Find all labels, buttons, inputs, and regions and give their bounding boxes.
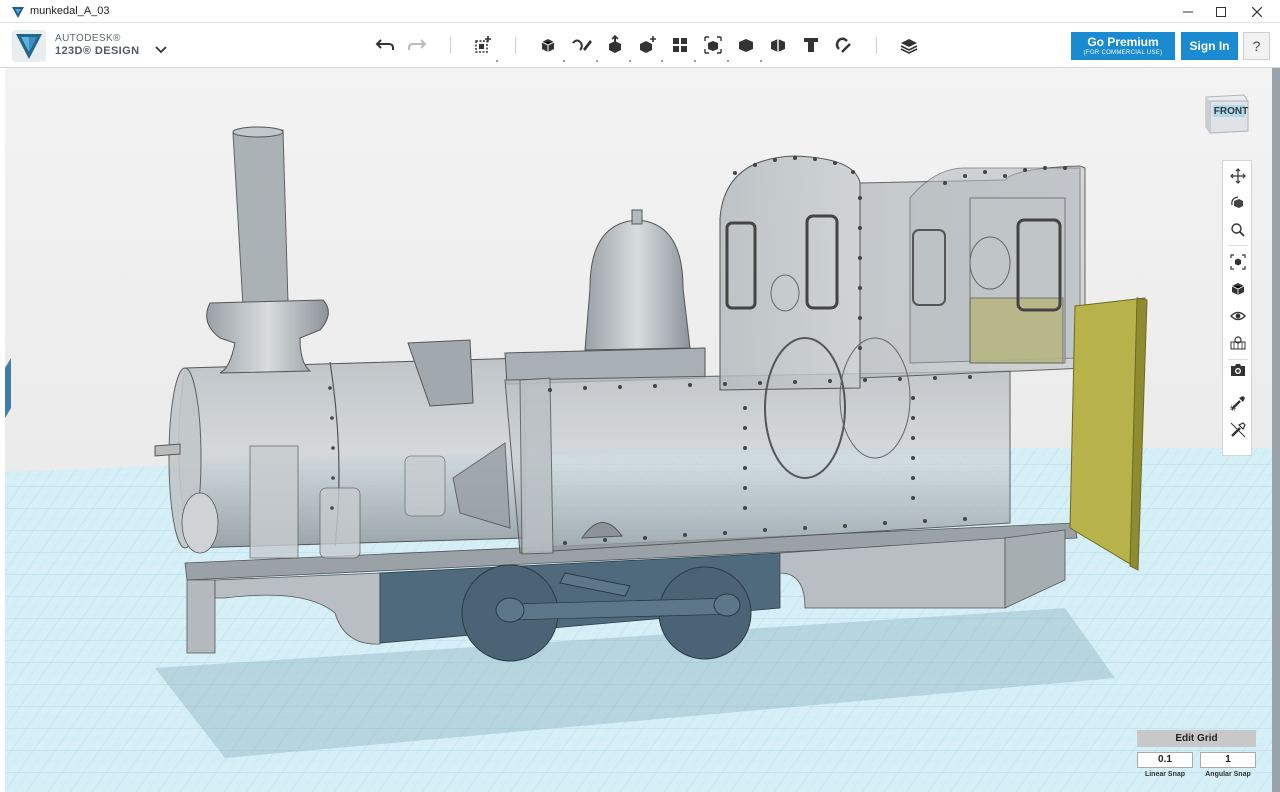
app-window: munkedal_A_03 AUTODESK® 123D® DESIGN Go …: [0, 0, 1280, 792]
lubricator: [404, 455, 446, 517]
scene-canvas[interactable]: [5, 68, 1272, 792]
chevron-down-icon[interactable]: [155, 41, 167, 59]
lamp-bracket: [154, 443, 181, 457]
front-buffer-beam: [186, 579, 216, 654]
menu-dot: [496, 60, 498, 62]
maximize-button[interactable]: [1203, 0, 1239, 23]
view-mode-icon[interactable]: [1228, 279, 1248, 299]
wheel-hub: [713, 593, 741, 617]
navigation-bar: [1222, 160, 1252, 456]
menu-dot: [661, 60, 663, 62]
product-name: 123D® DESIGN: [55, 45, 140, 57]
valve-chest: [319, 487, 361, 559]
combine-icon[interactable]: [733, 32, 759, 58]
main-toolbar: AUTODESK® 123D® DESIGN Go Premium (FOR C…: [0, 23, 1280, 68]
edit-grid-button[interactable]: Edit Grid: [1137, 730, 1256, 747]
sign-in-button[interactable]: Sign In: [1181, 32, 1238, 60]
autodesk-logo-icon[interactable]: [12, 30, 46, 67]
undo-icon[interactable]: [372, 32, 398, 58]
redo-icon[interactable]: [404, 32, 430, 58]
edge-marker: [5, 358, 11, 418]
zoom-icon[interactable]: [1228, 220, 1248, 240]
hide-icon[interactable]: [1228, 420, 1248, 440]
3d-viewport[interactable]: [5, 68, 1272, 792]
text-icon[interactable]: [798, 32, 824, 58]
snap-icon[interactable]: [830, 32, 856, 58]
modify-icon[interactable]: [634, 32, 660, 58]
menu-dot: [727, 60, 729, 62]
material-view-icon[interactable]: [1228, 333, 1248, 353]
orbit-icon[interactable]: [1228, 193, 1248, 213]
brand-name: AUTODESK®: [55, 33, 121, 44]
go-premium-button[interactable]: Go Premium (FOR COMMERCIAL USE): [1071, 32, 1175, 60]
menu-dot: [563, 60, 565, 62]
close-button[interactable]: [1239, 0, 1275, 23]
linear-snap-input[interactable]: 0.1: [1137, 752, 1193, 768]
sketch-icon[interactable]: [569, 32, 595, 58]
title-bar: munkedal_A_03: [0, 0, 1280, 23]
chimney: [232, 129, 289, 307]
menu-dot: [629, 60, 631, 62]
pattern-icon[interactable]: [667, 32, 693, 58]
wheel-hub: [495, 597, 525, 623]
dome-whistle: [631, 209, 643, 225]
screenshot-icon[interactable]: [1228, 360, 1248, 380]
side-tank: [504, 370, 1011, 554]
smokebox-ring: [181, 492, 219, 554]
right-panel-edge: [1272, 68, 1280, 792]
help-button[interactable]: ?: [1243, 32, 1270, 60]
viewcube-face-label[interactable]: FRONT: [1213, 106, 1249, 117]
angular-snap-label: Angular Snap: [1205, 771, 1251, 778]
angular-snap-input[interactable]: 1: [1200, 752, 1256, 768]
construct-icon[interactable]: [602, 32, 628, 58]
visibility-icon[interactable]: [1228, 306, 1248, 326]
fit-icon[interactable]: [1228, 252, 1248, 272]
navbar-divider: [1228, 245, 1248, 246]
measure-icon[interactable]: [765, 32, 791, 58]
cab-floor-panel: [969, 297, 1064, 364]
premium-label: Go Premium: [1087, 35, 1159, 49]
material-icon[interactable]: [896, 32, 922, 58]
menu-dot: [760, 60, 762, 62]
toolbar-divider: [450, 37, 451, 54]
premium-sublabel: (FOR COMMERCIAL USE): [1083, 50, 1163, 56]
pan-icon[interactable]: [1228, 166, 1248, 186]
tank-front-face: [519, 377, 554, 555]
chimney-top: [232, 126, 284, 138]
linear-snap-label: Linear Snap: [1144, 771, 1186, 778]
minimize-button[interactable]: [1170, 0, 1206, 23]
window-title: munkedal_A_03: [30, 5, 110, 17]
toolbar-divider: [876, 37, 877, 54]
snap-tool-icon[interactable]: [1228, 393, 1248, 413]
toolbar-divider: [515, 37, 516, 54]
grouping-icon[interactable]: [700, 32, 726, 58]
app-logo-icon: [12, 5, 24, 23]
add-primitive-icon[interactable]: [470, 32, 496, 58]
menu-dot: [596, 60, 598, 62]
primitives-icon[interactable]: [535, 32, 561, 58]
cab-front-wall: [719, 155, 861, 391]
menu-dot: [694, 60, 696, 62]
edit-grid-panel: Edit Grid 0.1 1 Linear Snap Angular Snap: [1137, 730, 1257, 782]
cylinder-block: [249, 445, 299, 559]
